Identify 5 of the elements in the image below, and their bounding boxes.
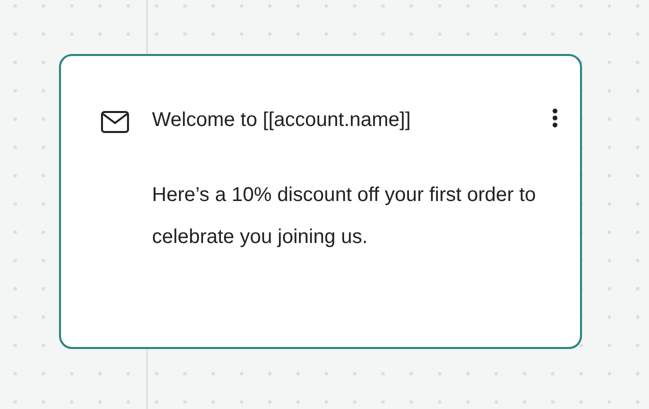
card-title: Welcome to [[account.name]] <box>152 108 412 132</box>
more-options-icon[interactable] <box>552 108 558 128</box>
message-text: Here’s a 10% discount off your first order to celebrate you joining us. <box>152 183 537 250</box>
envelope-icon <box>101 111 129 133</box>
message-card[interactable]: Welcome to [[account.name]] Here’s a 10% discount off your first order to celebrate you joining us. <box>59 54 582 349</box>
